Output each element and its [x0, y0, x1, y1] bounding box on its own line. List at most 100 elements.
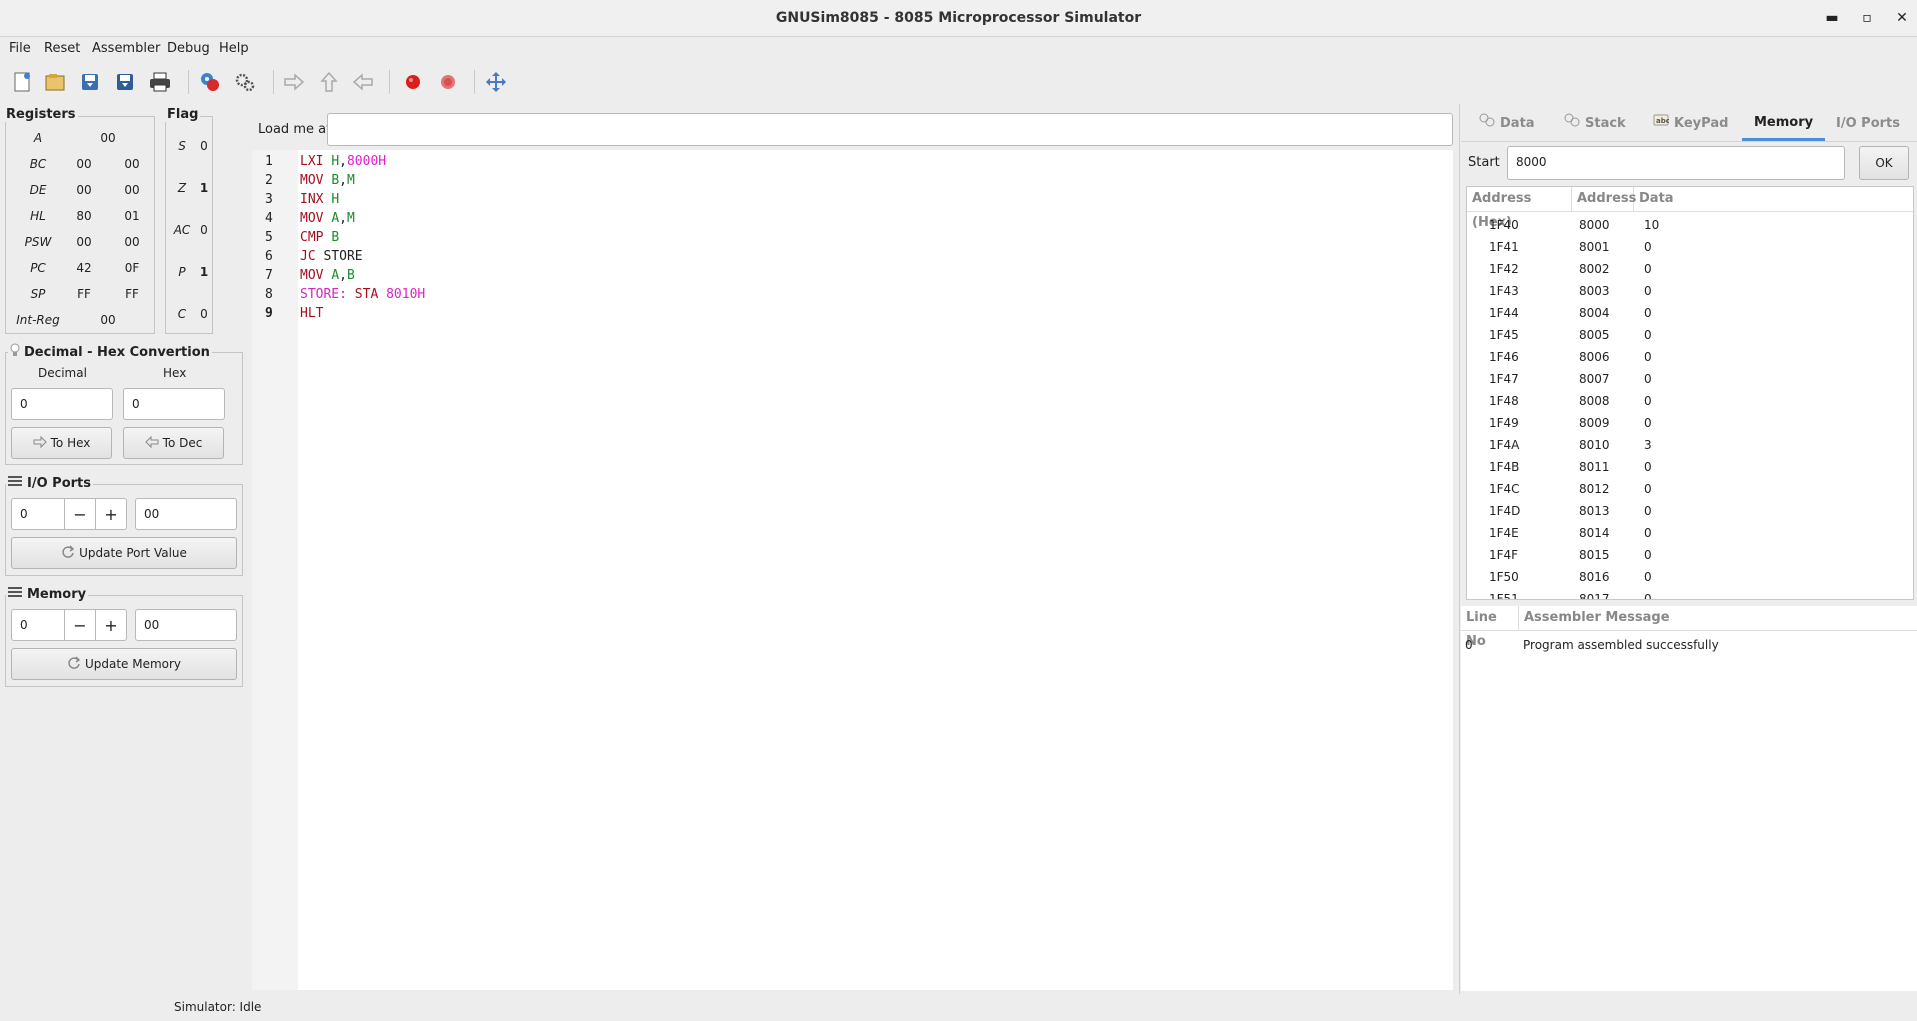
io-port-increment-button[interactable]: +: [95, 498, 127, 530]
clear-breakpoint-icon[interactable]: [433, 67, 463, 97]
code-token: H: [331, 154, 340, 169]
decimal-input[interactable]: 0: [11, 388, 113, 420]
code-line[interactable]: HLT: [300, 304, 323, 323]
table-row[interactable]: 1F4B 8011 0: [1467, 456, 1913, 478]
hex-input[interactable]: 0: [123, 388, 225, 420]
maximize-button[interactable]: ▫: [1855, 7, 1879, 29]
save-as-icon[interactable]: [110, 67, 140, 97]
ok-button[interactable]: OK: [1859, 146, 1909, 180]
flag-value: 1: [199, 181, 209, 195]
tab-io-ports[interactable]: I/O Ports: [1836, 107, 1900, 141]
list-icon: [8, 475, 22, 491]
to-hex-button[interactable]: To Hex: [11, 427, 112, 459]
table-row[interactable]: 1F46 8006 0: [1467, 346, 1913, 368]
line-number: 3: [265, 192, 273, 207]
load-at-label: Load me at: [258, 122, 332, 137]
memory-data: 0: [1644, 284, 1652, 298]
assemble-icon[interactable]: [195, 67, 225, 97]
line-number: 4: [265, 211, 273, 226]
tab-memory[interactable]: Memory: [1742, 107, 1826, 141]
breakpoint-icon[interactable]: [398, 67, 428, 97]
pane-divider[interactable]: [1459, 104, 1460, 994]
code-line[interactable]: INX H: [300, 190, 339, 209]
col-address[interactable]: Address: [1572, 187, 1636, 211]
start-address-input[interactable]: 8000: [1507, 146, 1845, 180]
table-row[interactable]: 1F41 8001 0: [1467, 236, 1913, 258]
header-divider: [1461, 630, 1917, 631]
memory-value-input[interactable]: 00: [135, 609, 237, 641]
step-over-icon[interactable]: [314, 67, 344, 97]
register-high-byte: 00: [76, 157, 92, 171]
table-row[interactable]: 1F45 8005 0: [1467, 324, 1913, 346]
menu-reset[interactable]: Reset: [41, 37, 83, 61]
memory-decrement-button[interactable]: −: [64, 609, 96, 641]
table-row[interactable]: 0 Program assembled successfully: [1461, 634, 1917, 656]
update-port-value-button[interactable]: Update Port Value: [11, 537, 237, 569]
minimize-button[interactable]: ▬: [1820, 7, 1844, 29]
table-row[interactable]: 1F4D 8013 0: [1467, 500, 1913, 522]
flag-row: Z1: [165, 175, 213, 201]
code-editor[interactable]: [252, 150, 1453, 990]
register-value: 00: [100, 313, 116, 327]
table-row[interactable]: 1F42 8002 0: [1467, 258, 1913, 280]
open-icon[interactable]: [40, 67, 70, 97]
col-data[interactable]: Data: [1634, 187, 1913, 211]
new-icon[interactable]: [7, 67, 37, 97]
menu-file[interactable]: File: [6, 37, 34, 61]
title-bar: GNUSim8085 - 8085 Microprocessor Simulat…: [0, 0, 1917, 37]
menu-assembler[interactable]: Assembler: [89, 37, 163, 61]
io-port-number-input[interactable]: 0: [11, 498, 65, 530]
table-row[interactable]: 1F4F 8015 0: [1467, 544, 1913, 566]
code-line[interactable]: JC STORE: [300, 247, 363, 266]
register-low-byte: 00: [124, 157, 140, 171]
tab-data[interactable]: Data: [1479, 107, 1535, 141]
code-token: HLT: [300, 306, 324, 321]
fullscreen-icon[interactable]: [481, 67, 511, 97]
code-line[interactable]: CMP B: [300, 228, 339, 247]
register-name: Int-Reg: [16, 313, 60, 327]
memory-data: 0: [1644, 504, 1652, 518]
settings-icon[interactable]: [230, 67, 260, 97]
table-row[interactable]: 1F51 8017 0: [1467, 588, 1913, 599]
memory-address-input[interactable]: 0: [11, 609, 65, 641]
table-row[interactable]: 1F50 8016 0: [1467, 566, 1913, 588]
table-row[interactable]: 1F47 8007 0: [1467, 368, 1913, 390]
tab-stack[interactable]: Stack: [1564, 107, 1626, 141]
tab-keypad[interactable]: abc KeyPad: [1653, 107, 1728, 141]
code-token: A: [331, 268, 340, 283]
print-icon[interactable]: [145, 67, 175, 97]
load-at-input[interactable]: [327, 113, 1453, 146]
col-address-hex[interactable]: Address (Hex): [1467, 187, 1572, 230]
update-memory-button[interactable]: Update Memory: [11, 648, 237, 680]
step-out-icon[interactable]: [348, 67, 378, 97]
col-assembler-message[interactable]: Assembler Message: [1519, 606, 1917, 630]
table-row[interactable]: 1F4A 8010 3: [1467, 434, 1913, 456]
memory-hex-address: 1F48: [1489, 394, 1519, 408]
memory-increment-button[interactable]: +: [95, 609, 127, 641]
save-icon[interactable]: [75, 67, 105, 97]
menu-help[interactable]: Help: [216, 37, 252, 61]
table-row[interactable]: 1F43 8003 0: [1467, 280, 1913, 302]
table-row[interactable]: 1F4C 8012 0: [1467, 478, 1913, 500]
menu-debug[interactable]: Debug: [164, 37, 213, 61]
code-line[interactable]: LXI H,8000H: [300, 152, 386, 171]
memory-data: 0: [1644, 482, 1652, 496]
io-port-decrement-button[interactable]: −: [64, 498, 96, 530]
table-row[interactable]: 1F40 8000 10: [1467, 214, 1913, 236]
code-line[interactable]: MOV A,B: [300, 266, 355, 285]
tab-keypad-label: KeyPad: [1674, 116, 1729, 131]
to-dec-button[interactable]: To Dec: [123, 427, 224, 459]
table-row[interactable]: 1F49 8009 0: [1467, 412, 1913, 434]
io-port-value-input[interactable]: 00: [135, 498, 237, 530]
table-row[interactable]: 1F48 8008 0: [1467, 390, 1913, 412]
code-line[interactable]: MOV B,M: [300, 171, 355, 190]
code-line[interactable]: STORE: STA 8010H: [300, 285, 425, 304]
table-row[interactable]: 1F44 8004 0: [1467, 302, 1913, 324]
col-line-no[interactable]: Line No: [1461, 606, 1519, 649]
step-in-icon[interactable]: [279, 67, 309, 97]
close-button[interactable]: ✕: [1890, 7, 1914, 29]
table-row[interactable]: 1F4E 8014 0: [1467, 522, 1913, 544]
tab-memory-label: Memory: [1754, 114, 1814, 130]
memory-address: 8014: [1579, 526, 1610, 540]
code-line[interactable]: MOV A,M: [300, 209, 355, 228]
